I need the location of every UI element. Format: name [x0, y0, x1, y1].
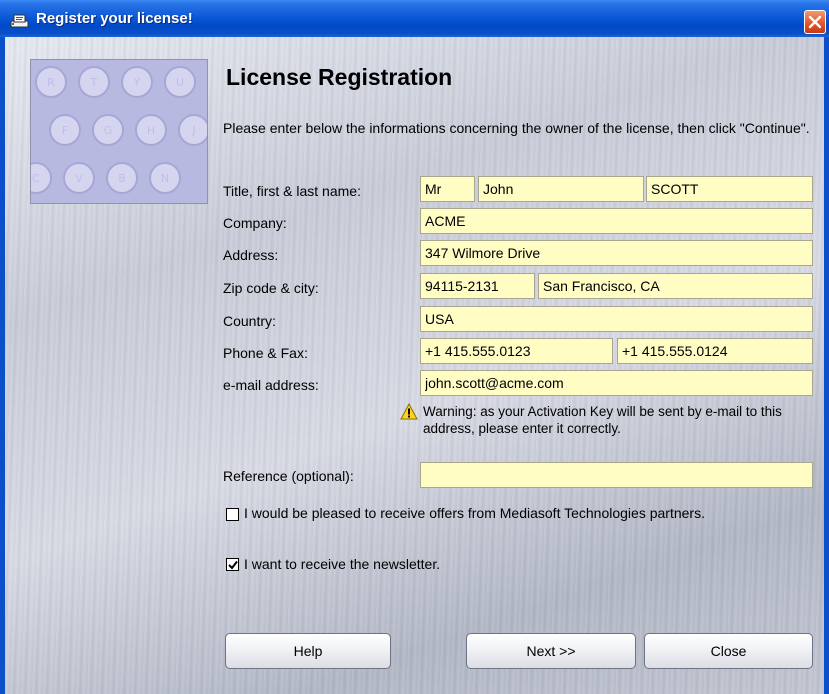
intro-text: Please enter below the informations conc… — [223, 120, 810, 136]
company-field[interactable] — [420, 208, 813, 234]
phone-fax-label: Phone & Fax: — [223, 345, 308, 361]
email-label: e-mail address: — [223, 377, 319, 393]
newsletter-checkbox[interactable] — [226, 558, 239, 571]
logo-key-11: B — [118, 172, 126, 185]
keyboard-logo: R T Y U F G H J C V B N — [30, 59, 208, 204]
logo-key-1: R — [47, 76, 55, 89]
title-bar[interactable]: Register your license! — [0, 0, 829, 37]
page-title: License Registration — [226, 64, 453, 90]
logo-key-9: C — [32, 172, 40, 185]
window-frame-left — [0, 37, 5, 694]
title-field[interactable] — [420, 176, 475, 202]
offers-checkbox-label[interactable]: I would be pleased to receive offers fro… — [244, 505, 784, 522]
logo-key-5: F — [62, 124, 68, 137]
country-field[interactable] — [420, 306, 813, 332]
logo-key-6: G — [104, 124, 113, 137]
address-field[interactable] — [420, 240, 813, 266]
logo-key-10: V — [75, 172, 83, 185]
window-frame-right — [824, 37, 829, 694]
close-button[interactable]: Close — [644, 633, 813, 669]
logo-key-7: H — [147, 124, 155, 137]
check-icon — [228, 560, 238, 570]
email-field[interactable] — [420, 370, 813, 396]
newsletter-checkbox-label[interactable]: I want to receive the newsletter. — [244, 556, 440, 573]
logo-key-2: T — [90, 76, 98, 89]
company-label: Company: — [223, 215, 287, 231]
close-icon — [808, 15, 822, 29]
warning-icon — [400, 403, 418, 420]
last-name-field[interactable] — [646, 176, 813, 202]
country-label: Country: — [223, 313, 276, 329]
app-icon — [10, 14, 29, 28]
close-window-button[interactable] — [804, 10, 826, 34]
logo-key-4: U — [176, 76, 184, 89]
logo-key-8: J — [191, 124, 195, 137]
city-field[interactable] — [538, 273, 813, 299]
email-warning-text: Warning: as your Activation Key will be … — [423, 404, 782, 436]
phone-field[interactable] — [420, 338, 613, 364]
keyboard-keys-image: R T Y U F G H J C V B N — [31, 66, 207, 194]
first-name-field[interactable] — [478, 176, 644, 202]
zip-city-label: Zip code & city: — [223, 280, 319, 296]
offers-checkbox[interactable] — [226, 508, 239, 521]
address-label: Address: — [223, 247, 279, 263]
fax-field[interactable] — [617, 338, 813, 364]
next-button[interactable]: Next >> — [466, 633, 636, 669]
name-label: Title, first & last name: — [223, 183, 361, 199]
help-button[interactable]: Help — [225, 633, 391, 669]
reference-field[interactable] — [420, 462, 813, 488]
register-dialog: Register your license! R T Y U F G H J C… — [0, 0, 829, 694]
zip-field[interactable] — [420, 273, 535, 299]
logo-key-3: Y — [133, 76, 141, 89]
reference-label: Reference (optional): — [223, 468, 354, 484]
window-title: Register your license! — [36, 10, 193, 27]
logo-key-12: N — [161, 172, 169, 185]
